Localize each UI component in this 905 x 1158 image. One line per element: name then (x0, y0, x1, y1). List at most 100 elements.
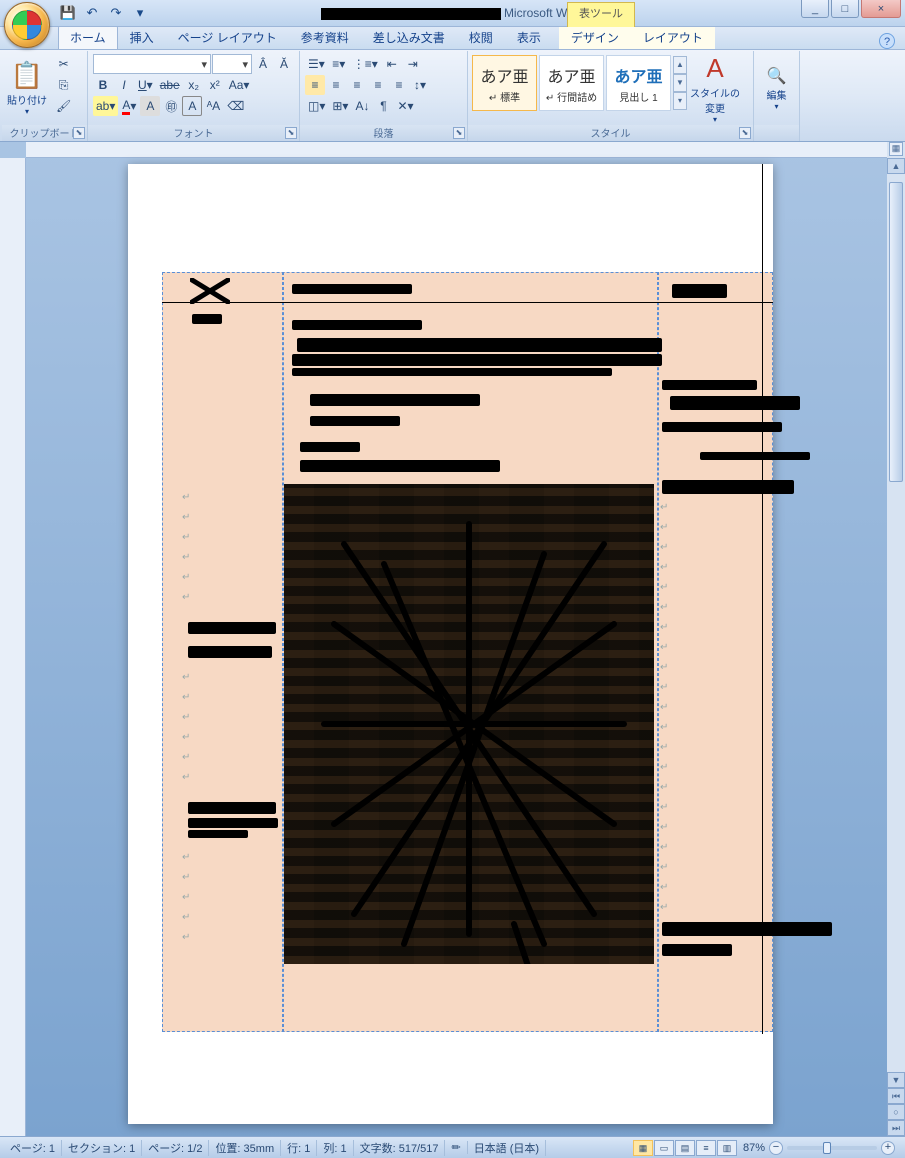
tab-references[interactable]: 参考資料 (289, 25, 361, 49)
bullets-button[interactable]: ☰▾ (305, 54, 328, 74)
status-page-of[interactable]: ページ: 1/2 (142, 1140, 209, 1156)
multilevel-list-button[interactable]: ⋮≡▾ (350, 54, 381, 74)
enclose-characters-button[interactable]: ㊞ (161, 96, 181, 116)
scroll-thumb[interactable] (889, 182, 903, 482)
grow-font-button[interactable]: Â (253, 54, 273, 74)
redo-button[interactable]: ↷ (106, 3, 126, 23)
status-chars[interactable]: 文字数: 517/517 (354, 1140, 446, 1156)
clear-formatting-button[interactable]: ⌫ (224, 96, 247, 116)
paste-button[interactable]: 📋貼り付け▾ (4, 53, 50, 123)
numbering-button[interactable]: ≡▾ (329, 54, 349, 74)
style-scroll-more[interactable]: ▾ (673, 92, 687, 110)
status-column[interactable]: 列: 1 (317, 1140, 353, 1156)
office-button[interactable] (4, 2, 50, 48)
character-border-button[interactable]: A (182, 96, 202, 116)
scroll-up-button[interactable]: ▲ (887, 158, 905, 174)
tab-review[interactable]: 校閲 (457, 25, 505, 49)
tab-mailings[interactable]: 差し込み文書 (361, 25, 457, 49)
embedded-image[interactable] (284, 484, 654, 964)
browse-next-button[interactable]: ⏭ (887, 1120, 905, 1136)
close-button[interactable]: × (861, 0, 901, 18)
bold-button[interactable]: B (93, 75, 113, 95)
outline-view-button[interactable]: ≡ (696, 1140, 716, 1156)
font-color-button[interactable]: A▾ (119, 96, 139, 116)
style-gallery[interactable]: あア亜↵ 標準 あア亜↵ 行間詰め あア亜見出し 1 ▲▼▾ (470, 53, 689, 113)
status-position[interactable]: 位置: 35mm (209, 1140, 281, 1156)
clipboard-dialog-launcher[interactable]: ⬊ (73, 127, 85, 139)
vertical-ruler[interactable] (0, 158, 26, 1136)
style-heading-1[interactable]: あア亜見出し 1 (606, 55, 671, 111)
tab-table-layout[interactable]: レイアウト (631, 25, 715, 49)
style-no-spacing[interactable]: あア亜↵ 行間詰め (539, 55, 604, 111)
status-section[interactable]: セクション: 1 (62, 1140, 142, 1156)
tab-home[interactable]: ホーム (58, 25, 118, 49)
change-styles-button[interactable]: Aスタイルの変更▾ (689, 53, 741, 123)
subscript-button[interactable]: x₂ (184, 75, 204, 95)
style-normal[interactable]: あア亜↵ 標準 (472, 55, 537, 111)
maximize-button[interactable]: □ (831, 0, 859, 18)
vertical-scrollbar[interactable]: ▦ ▲ ▼ ⏮ ○ ⏭ (887, 142, 905, 1136)
style-scroll-down[interactable]: ▼ (673, 74, 687, 92)
table[interactable]: ↵ ↵ ↵ ↵ ↵ ↵ ↵ ↵ ↵ ↵ ↵ ↵ ↵ ↵ ↵ ↵ ↵ ↵ ↵ ↵ … (162, 272, 773, 1032)
line-spacing-button[interactable]: ↕▾ (410, 75, 430, 95)
print-layout-view-button[interactable]: ▦ (633, 1140, 653, 1156)
superscript-button[interactable]: x² (205, 75, 225, 95)
change-case-button[interactable]: Aa▾ (226, 75, 253, 95)
zoom-level[interactable]: 87% (743, 1142, 765, 1154)
font-dialog-launcher[interactable]: ⬊ (285, 127, 297, 139)
strikethrough-button[interactable]: abe (157, 75, 183, 95)
status-line[interactable]: 行: 1 (281, 1140, 317, 1156)
format-painter-button[interactable]: 🖌 (53, 96, 74, 116)
qat-customize-button[interactable]: ▾ (130, 3, 150, 23)
full-screen-view-button[interactable]: ▭ (654, 1140, 674, 1156)
editing-button[interactable]: 🔍編集▾ (756, 53, 797, 123)
status-language[interactable]: 日本語 (日本) (468, 1140, 546, 1156)
tab-view[interactable]: 表示 (505, 25, 553, 49)
cut-button[interactable]: ✂ (53, 54, 74, 74)
show-marks-button[interactable]: ¶ (373, 96, 393, 116)
tab-page-layout[interactable]: ページ レイアウト (166, 25, 289, 49)
scroll-down-button[interactable]: ▼ (887, 1072, 905, 1088)
font-name-combo[interactable]: ▾ (93, 54, 211, 74)
shrink-font-button[interactable]: Ă (274, 54, 294, 74)
draft-view-button[interactable]: ▥ (717, 1140, 737, 1156)
align-center-button[interactable]: ≡ (326, 75, 346, 95)
ruler-toggle-button[interactable]: ▦ (889, 142, 903, 156)
zoom-slider-thumb[interactable] (823, 1142, 831, 1154)
zoom-slider[interactable] (787, 1146, 877, 1150)
copy-button[interactable]: ⎘ (53, 75, 74, 95)
justify-button[interactable]: ≡ (368, 75, 388, 95)
help-button[interactable]: ? (879, 33, 895, 49)
asian-layout-button[interactable]: ✕▾ (394, 96, 416, 116)
zoom-out-button[interactable]: − (769, 1141, 783, 1155)
font-size-combo[interactable]: ▾ (212, 54, 252, 74)
paragraph-dialog-launcher[interactable]: ⬊ (453, 127, 465, 139)
zoom-in-button[interactable]: + (881, 1141, 895, 1155)
save-button[interactable]: 💾 (58, 3, 78, 23)
styles-dialog-launcher[interactable]: ⬊ (739, 127, 751, 139)
phonetic-guide-button[interactable]: ᴬA (203, 96, 223, 116)
status-spellcheck[interactable]: ✏ (445, 1141, 467, 1154)
underline-button[interactable]: U▾ (135, 75, 156, 95)
highlight-button[interactable]: ab▾ (93, 96, 118, 116)
style-scroll-up[interactable]: ▲ (673, 56, 687, 74)
tab-table-design[interactable]: デザイン (559, 25, 631, 49)
italic-button[interactable]: I (114, 75, 134, 95)
status-page[interactable]: ページ: 1 (4, 1140, 62, 1156)
character-shading-button[interactable]: A (140, 96, 160, 116)
select-browse-object-button[interactable]: ○ (887, 1104, 905, 1120)
distributed-button[interactable]: ≡ (389, 75, 409, 95)
align-right-button[interactable]: ≡ (347, 75, 367, 95)
browse-prev-button[interactable]: ⏮ (887, 1088, 905, 1104)
decrease-indent-button[interactable]: ⇤ (382, 54, 402, 74)
undo-button[interactable]: ↶ (82, 3, 102, 23)
web-layout-view-button[interactable]: ▤ (675, 1140, 695, 1156)
minimize-button[interactable]: _ (801, 0, 829, 18)
sort-button[interactable]: A↓ (352, 96, 372, 116)
align-left-button[interactable]: ≡ (305, 75, 325, 95)
horizontal-ruler[interactable] (26, 142, 887, 158)
increase-indent-button[interactable]: ⇥ (403, 54, 423, 74)
borders-button[interactable]: ⊞▾ (329, 96, 351, 116)
shading-button[interactable]: ◫▾ (305, 96, 328, 116)
tab-insert[interactable]: 挿入 (118, 25, 166, 49)
